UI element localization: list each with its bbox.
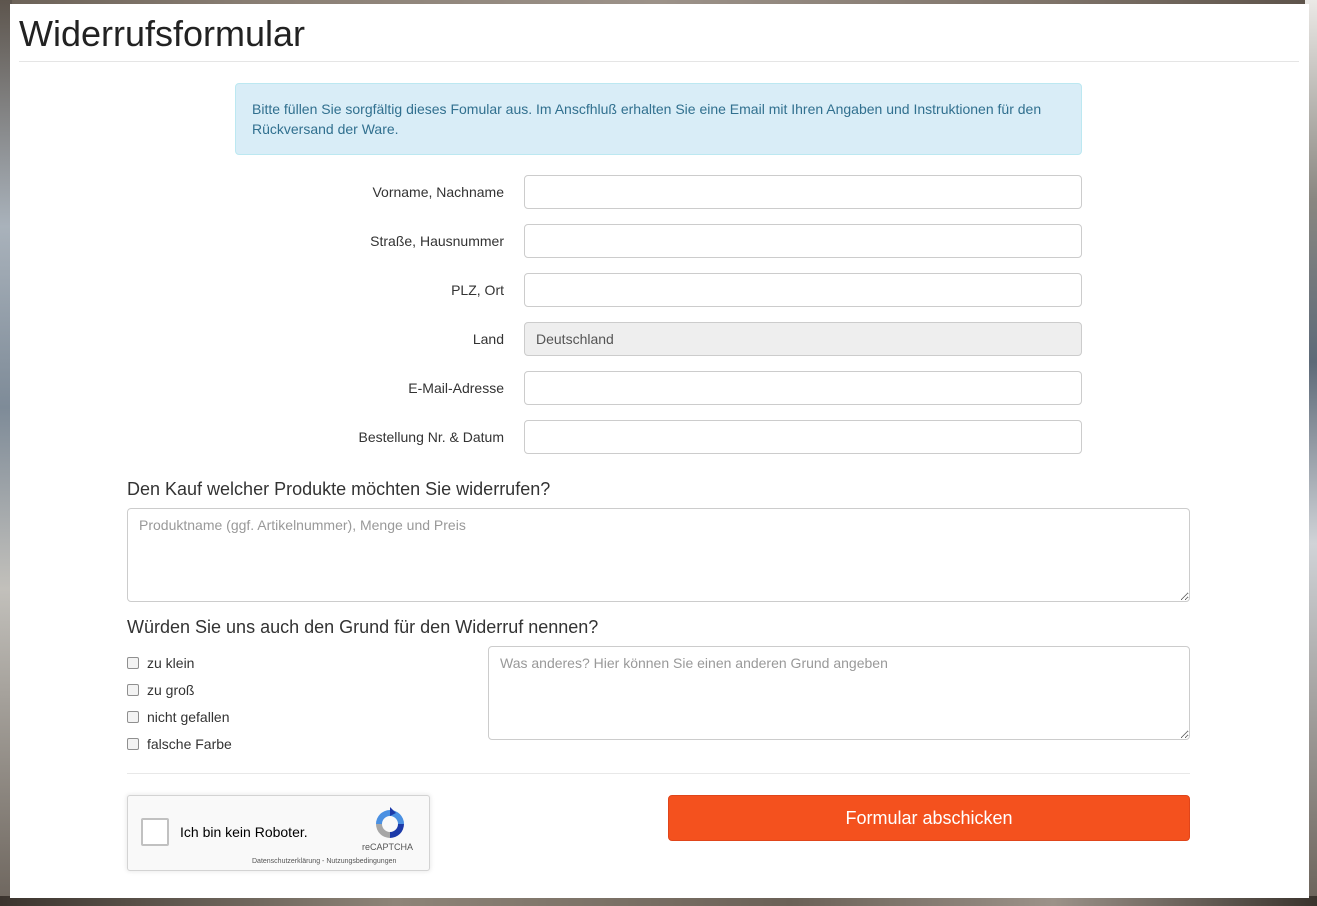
checkbox-label: falsche Farbe — [147, 736, 232, 752]
zip-city-label: PLZ, Ort — [451, 282, 504, 298]
form-row-street: Straße, Hausnummer — [235, 224, 1082, 258]
checkbox[interactable] — [127, 657, 139, 669]
recaptcha-links[interactable]: Datenschutzerklärung - Nutzungsbedingung… — [252, 858, 396, 865]
reason-heading: Würden Sie uns auch den Grund für den Wi… — [127, 617, 599, 637]
recaptcha-label: Ich bin kein Roboter. — [180, 824, 308, 840]
reason-option-too-small[interactable]: zu klein — [127, 653, 194, 673]
info-alert: Bitte füllen Sie sorgfältig dieses Fomul… — [235, 83, 1082, 155]
submit-button[interactable]: Formular abschicken — [668, 795, 1190, 841]
street-input[interactable] — [524, 224, 1082, 258]
title-divider — [19, 61, 1299, 62]
country-input — [524, 322, 1082, 356]
checkbox[interactable] — [127, 711, 139, 723]
form-row-name: Vorname, Nachname — [235, 175, 1082, 209]
name-input[interactable] — [524, 175, 1082, 209]
recaptcha-brand: reCAPTCHA — [362, 842, 414, 852]
name-label: Vorname, Nachname — [372, 184, 504, 200]
form-row-order: Bestellung Nr. & Datum — [235, 420, 1082, 454]
products-textarea[interactable] — [127, 508, 1190, 602]
recaptcha-widget: Ich bin kein Roboter. reCAPTCHA Datensch… — [127, 795, 430, 871]
street-label: Straße, Hausnummer — [370, 233, 504, 249]
form-row-email: E-Mail-Adresse — [235, 371, 1082, 405]
recaptcha-checkbox[interactable] — [141, 818, 169, 846]
order-label: Bestellung Nr. & Datum — [358, 429, 504, 445]
reason-option-not-liked[interactable]: nicht gefallen — [127, 707, 230, 727]
products-heading: Den Kauf welcher Produkte möchten Sie wi… — [127, 479, 551, 499]
checkbox-label: zu klein — [147, 655, 195, 671]
form-row-country: Land — [235, 322, 1082, 356]
checkbox[interactable] — [127, 684, 139, 696]
checkbox-label: nicht gefallen — [147, 709, 230, 725]
form-divider — [127, 773, 1190, 774]
other-reason-textarea[interactable] — [488, 646, 1190, 740]
reason-option-wrong-color[interactable]: falsche Farbe — [127, 734, 232, 754]
checkbox[interactable] — [127, 738, 139, 750]
form-card: Widerrufsformular Bitte füllen Sie sorgf… — [10, 4, 1309, 898]
recaptcha-logo-icon — [376, 807, 404, 838]
country-label: Land — [472, 331, 504, 347]
reason-option-too-large[interactable]: zu groß — [127, 680, 194, 700]
page-title: Widerrufsformular — [19, 13, 306, 54]
form-row-city: PLZ, Ort — [235, 273, 1082, 307]
email-label: E-Mail-Adresse — [408, 380, 504, 396]
zip-city-input[interactable] — [524, 273, 1082, 307]
checkbox-label: zu groß — [147, 682, 195, 698]
order-input[interactable] — [524, 420, 1082, 454]
email-input[interactable] — [524, 371, 1082, 405]
